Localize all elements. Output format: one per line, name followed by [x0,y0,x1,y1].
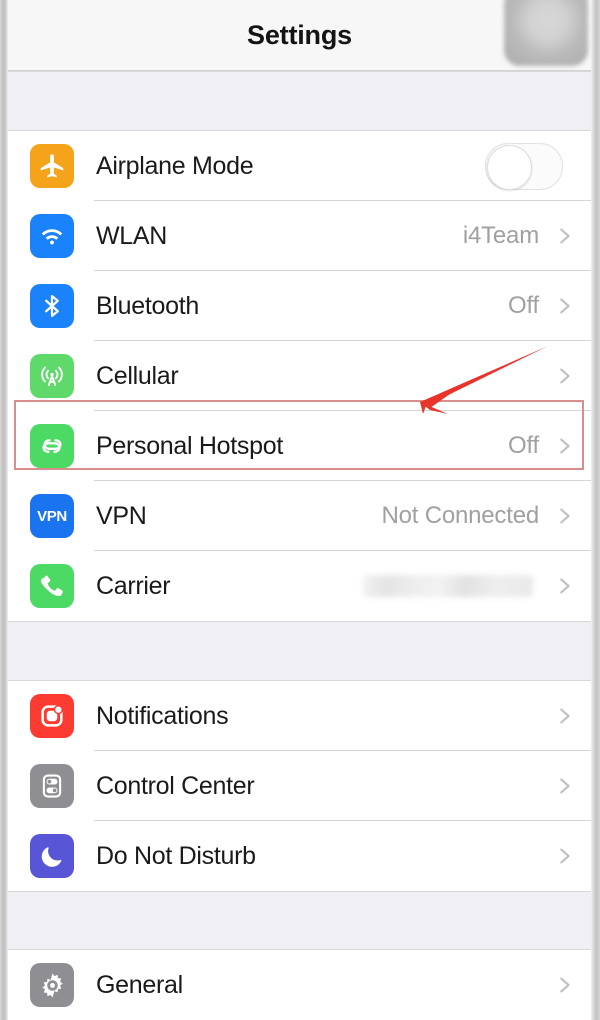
chevron-right-icon [560,977,570,993]
section-gap-bottom [8,891,591,950]
toggle-knob [487,144,532,190]
bluetooth-icon [30,284,74,328]
chevron-right-icon [560,778,570,794]
chevron-right-icon [560,508,570,524]
settings-row-label: Do Not Disturb [96,841,256,870]
control-center-icon [30,764,74,808]
settings-row-airplane-mode[interactable]: Airplane Mode [8,131,591,201]
settings-group-connectivity: Airplane Mode WLAN i4Team Bluetooth Off … [8,131,591,621]
settings-group-general: General [8,950,591,1020]
phone-bezel-left [0,0,8,1020]
settings-row-label: Control Center [96,771,255,800]
settings-row-do-not-disturb[interactable]: Do Not Disturb [8,821,591,891]
settings-row-label: Cellular [96,361,179,390]
moon-icon [30,834,74,878]
settings-row-label: WLAN [96,221,168,250]
settings-row-value: Off [508,292,539,319]
settings-row-control-center[interactable]: Control Center [8,751,591,821]
settings-row-label: VPN [96,501,147,530]
navigation-bar: Settings [8,0,591,71]
wifi-icon [30,214,74,258]
settings-row-carrier[interactable]: Carrier [8,551,591,621]
settings-row-value: Off [508,432,539,459]
section-gap-top [8,71,591,131]
chevron-right-icon [560,438,570,454]
hotspot-link-icon [30,424,74,468]
carrier-value-redacted [363,575,533,597]
blurred-avatar-icon [504,0,588,66]
chevron-right-icon [560,368,570,384]
phone-screenshot: Settings Airplane Mode WLAN i4Team Bluet… [0,0,600,1020]
chevron-right-icon [560,578,570,594]
vpn-icon-label: VPN [37,507,67,525]
settings-row-label: Carrier [96,571,171,600]
settings-row-value: i4Team [462,222,539,249]
settings-row-personal-hotspot[interactable]: Personal Hotspot Off [8,411,591,481]
phone-bezel-right [591,0,600,1020]
airplane-icon [30,144,74,188]
chevron-right-icon [560,228,570,244]
settings-group-system: Notifications Control Center Do Not Dist… [8,681,591,891]
gear-icon [30,963,74,1007]
phone-icon [30,564,74,608]
chevron-right-icon [560,848,570,864]
settings-app: Settings Airplane Mode WLAN i4Team Bluet… [8,0,591,1020]
settings-row-label: Airplane Mode [96,151,254,180]
settings-row-label: Bluetooth [96,291,199,320]
settings-row-label: Notifications [96,701,229,730]
settings-row-notifications[interactable]: Notifications [8,681,591,751]
airplane-mode-toggle[interactable] [485,142,563,190]
settings-row-general[interactable]: General [8,950,591,1020]
settings-row-wlan[interactable]: WLAN i4Team [8,201,591,271]
notifications-icon [30,694,74,738]
settings-row-value: Not Connected [381,502,539,529]
page-title: Settings [247,19,352,50]
cellular-antenna-icon [30,354,74,398]
settings-row-bluetooth[interactable]: Bluetooth Off [8,271,591,341]
settings-row-vpn[interactable]: VPN VPN Not Connected [8,481,591,551]
vpn-icon: VPN [30,494,74,538]
chevron-right-icon [560,298,570,314]
settings-row-label: General [96,970,183,999]
section-gap-middle [8,621,591,681]
chevron-right-icon [560,708,570,724]
settings-row-label: Personal Hotspot [96,431,283,460]
settings-row-cellular[interactable]: Cellular [8,341,591,411]
